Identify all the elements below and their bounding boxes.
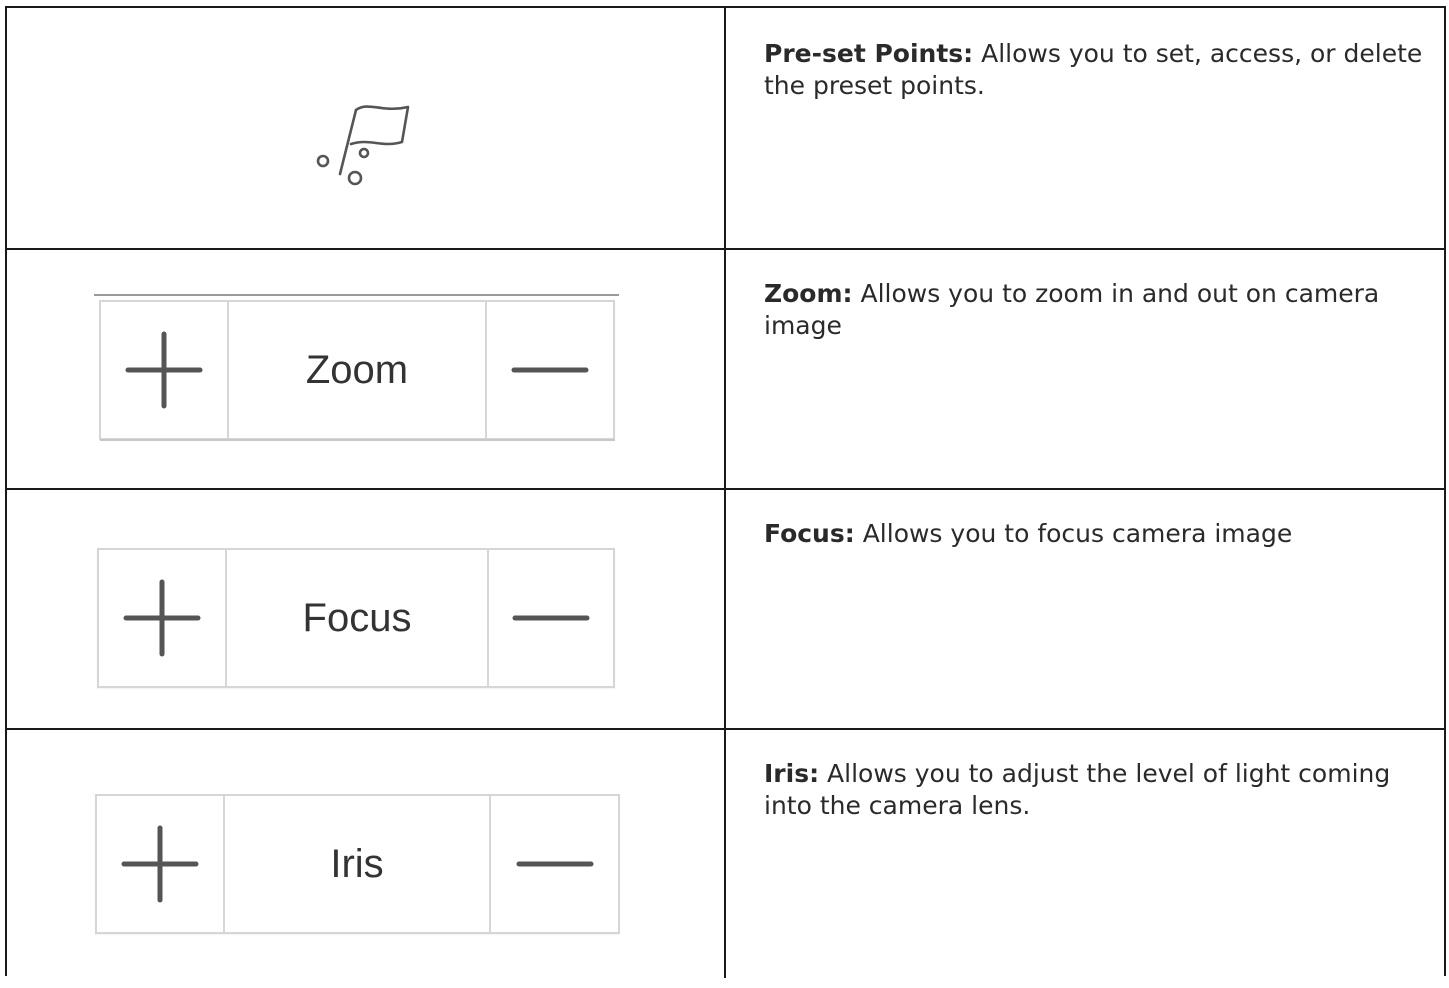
minus-icon bbox=[511, 367, 589, 373]
zoom-bottom-line bbox=[100, 439, 615, 441]
icon-cell-preset-points bbox=[7, 8, 724, 248]
iris-label: Iris bbox=[330, 841, 384, 886]
description-zoom: Zoom: Allows you to zoom in and out on c… bbox=[764, 278, 1424, 342]
plus-icon bbox=[123, 579, 201, 657]
title-zoom: Zoom: bbox=[764, 279, 853, 308]
title-focus: Focus: bbox=[764, 519, 855, 548]
iris-close-button[interactable] bbox=[489, 796, 618, 932]
title-iris: Iris: bbox=[764, 759, 820, 788]
description-iris: Iris: Allows you to adjust the level of … bbox=[764, 758, 1424, 822]
text-iris: Allows you to adjust the level of light … bbox=[764, 759, 1391, 820]
plus-icon bbox=[125, 331, 203, 409]
zoom-in-button[interactable] bbox=[101, 302, 229, 438]
text-zoom: Allows you to zoom in and out on camera … bbox=[764, 279, 1380, 340]
features-table: Pre-set Points: Allows you to set, acces… bbox=[5, 6, 1446, 978]
icon-cell-focus: Focus bbox=[7, 488, 724, 728]
focus-increase-button[interactable] bbox=[99, 550, 227, 686]
description-focus: Focus: Allows you to focus camera image bbox=[764, 518, 1424, 550]
description-preset-points: Pre-set Points: Allows you to set, acces… bbox=[764, 38, 1424, 102]
focus-decrease-button[interactable] bbox=[487, 550, 613, 686]
zoom-control: Zoom bbox=[99, 300, 615, 440]
zoom-label: Zoom bbox=[305, 347, 409, 392]
zoom-out-button[interactable] bbox=[485, 302, 613, 438]
icon-cell-iris: Iris bbox=[7, 728, 724, 988]
minus-icon bbox=[516, 861, 593, 867]
zoom-divider-line bbox=[94, 294, 619, 296]
minus-icon bbox=[512, 615, 590, 621]
iris-open-button[interactable] bbox=[97, 796, 225, 932]
icon-cell-zoom: Zoom bbox=[7, 248, 724, 488]
iris-control: Iris bbox=[95, 794, 620, 934]
column-divider bbox=[724, 8, 726, 978]
focus-label: Focus bbox=[302, 595, 412, 640]
plus-icon bbox=[121, 825, 199, 903]
focus-control: Focus bbox=[97, 548, 615, 688]
preset-flag-icon[interactable] bbox=[312, 100, 412, 192]
title-preset-points: Pre-set Points: bbox=[764, 39, 974, 68]
text-focus: Allows you to focus camera image bbox=[854, 519, 1293, 548]
